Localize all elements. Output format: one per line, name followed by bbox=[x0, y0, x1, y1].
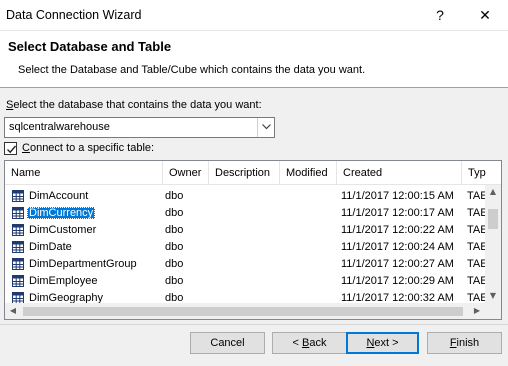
name-cell: DimCurrency bbox=[27, 205, 96, 222]
name-cell: DimDepartmentGroup bbox=[27, 256, 139, 273]
created-cell: 11/1/2017 12:00:24 AM bbox=[341, 241, 454, 253]
page-subtitle: Select the Database and Table/Cube which… bbox=[18, 64, 366, 76]
table-icon bbox=[12, 275, 24, 287]
database-dropdown-value: sqlcentralwarehouse bbox=[9, 121, 110, 133]
table-name: DimAccount bbox=[29, 190, 89, 202]
column-header-created[interactable]: Created bbox=[337, 161, 462, 185]
close-button[interactable]: ✕ bbox=[470, 4, 500, 26]
scroll-up-arrow[interactable]: ▲ bbox=[485, 187, 501, 196]
scroll-down-arrow[interactable]: ▼ bbox=[485, 291, 501, 300]
footer-divider bbox=[0, 324, 508, 325]
help-button[interactable]: ? bbox=[430, 4, 450, 26]
wizard-header: Select Database and Table Select the Dat… bbox=[0, 31, 508, 88]
name-cell: DimEmployee bbox=[27, 273, 99, 290]
name-cell: DimAccount bbox=[27, 188, 90, 205]
table-row[interactable]: DimCurrency dbo 11/1/2017 12:00:17 AM TAE bbox=[5, 205, 488, 222]
vertical-scrollbar[interactable]: ▲ ▼ bbox=[485, 185, 501, 303]
title-bar: Data Connection Wizard ? ✕ bbox=[0, 0, 508, 31]
back-button[interactable]: < Back bbox=[272, 332, 347, 354]
connect-specific-table-checkbox[interactable] bbox=[4, 142, 17, 155]
checkmark-icon bbox=[7, 145, 17, 154]
finish-button-mnemonic: F bbox=[449, 337, 457, 349]
table-row[interactable]: DimCustomer dbo 11/1/2017 12:00:22 AM TAE bbox=[5, 222, 488, 239]
column-header-type[interactable]: Typ bbox=[462, 161, 492, 185]
table-row[interactable]: DimDate dbo 11/1/2017 12:00:24 AM TAE bbox=[5, 239, 488, 256]
chevron-down-icon bbox=[262, 124, 271, 130]
created-cell: 11/1/2017 12:00:29 AM bbox=[341, 275, 454, 287]
table-name: DimCustomer bbox=[29, 224, 97, 236]
table-name: DimCurrency bbox=[27, 207, 96, 219]
table-header: Name Owner Description Modified Created … bbox=[5, 161, 501, 185]
back-button-prefix: < bbox=[292, 337, 302, 349]
owner-cell: dbo bbox=[165, 275, 184, 287]
table-icon bbox=[12, 224, 24, 236]
table-list[interactable]: Name Owner Description Modified Created … bbox=[4, 160, 502, 320]
table-icon bbox=[12, 241, 24, 253]
created-cell: 11/1/2017 12:00:27 AM bbox=[341, 258, 454, 270]
next-button-rest: ext > bbox=[374, 337, 399, 349]
table-name: DimDate bbox=[29, 241, 72, 253]
table-icon bbox=[12, 190, 24, 202]
column-header-description[interactable]: Description bbox=[209, 161, 280, 185]
scroll-right-arrow[interactable]: ▶ bbox=[469, 306, 485, 315]
database-dropdown[interactable]: sqlcentralwarehouse bbox=[4, 117, 275, 138]
table-icon bbox=[12, 207, 24, 219]
owner-cell: dbo bbox=[165, 258, 184, 270]
column-header-owner[interactable]: Owner bbox=[163, 161, 209, 185]
horizontal-scroll-thumb[interactable] bbox=[23, 307, 463, 316]
finish-button-rest: inish bbox=[456, 337, 480, 349]
dropdown-button[interactable] bbox=[257, 118, 274, 137]
connect-specific-table-label: Connect to a specific table: bbox=[22, 142, 154, 154]
column-header-modified[interactable]: Modified bbox=[280, 161, 337, 185]
window-title: Data Connection Wizard bbox=[6, 8, 142, 22]
cancel-button[interactable]: Cancel bbox=[190, 332, 265, 354]
owner-cell: dbo bbox=[165, 241, 184, 253]
owner-cell: dbo bbox=[165, 190, 184, 202]
name-cell: DimCustomer bbox=[27, 222, 98, 239]
table-row[interactable]: DimAccount dbo 11/1/2017 12:00:15 AM TAE bbox=[5, 188, 488, 205]
table-row[interactable]: DimDepartmentGroup dbo 11/1/2017 12:00:27 … bbox=[5, 256, 488, 273]
created-cell: 11/1/2017 12:00:17 AM bbox=[341, 207, 454, 219]
table-icon bbox=[12, 258, 24, 270]
finish-button[interactable]: Finish bbox=[427, 332, 502, 354]
database-label: Select the database that contains the da… bbox=[6, 99, 262, 111]
scrollbar-corner bbox=[485, 303, 501, 319]
scroll-left-arrow[interactable]: ◀ bbox=[5, 306, 21, 315]
database-label-rest: elect the database that contains the dat… bbox=[13, 99, 262, 111]
owner-cell: dbo bbox=[165, 207, 184, 219]
connect-label-rest: onnect to a specific table: bbox=[29, 142, 155, 154]
page-title: Select Database and Table bbox=[8, 39, 172, 54]
table-name: DimEmployee bbox=[29, 275, 98, 287]
horizontal-scrollbar[interactable]: ◀ ▶ bbox=[5, 303, 485, 319]
connect-label-mnemonic: C bbox=[22, 142, 30, 154]
name-cell: DimDate bbox=[27, 239, 74, 256]
owner-cell: dbo bbox=[165, 224, 184, 236]
table-name: DimDepartmentGroup bbox=[29, 258, 137, 270]
vertical-scroll-thumb[interactable] bbox=[488, 209, 498, 229]
column-header-name[interactable]: Name bbox=[5, 161, 163, 185]
created-cell: 11/1/2017 12:00:15 AM bbox=[341, 190, 454, 202]
back-button-rest: ack bbox=[309, 337, 327, 349]
created-cell: 11/1/2017 12:00:22 AM bbox=[341, 224, 454, 236]
next-button[interactable]: Next > bbox=[346, 332, 419, 354]
table-row[interactable]: DimEmployee dbo 11/1/2017 12:00:29 AM TAE bbox=[5, 273, 488, 290]
